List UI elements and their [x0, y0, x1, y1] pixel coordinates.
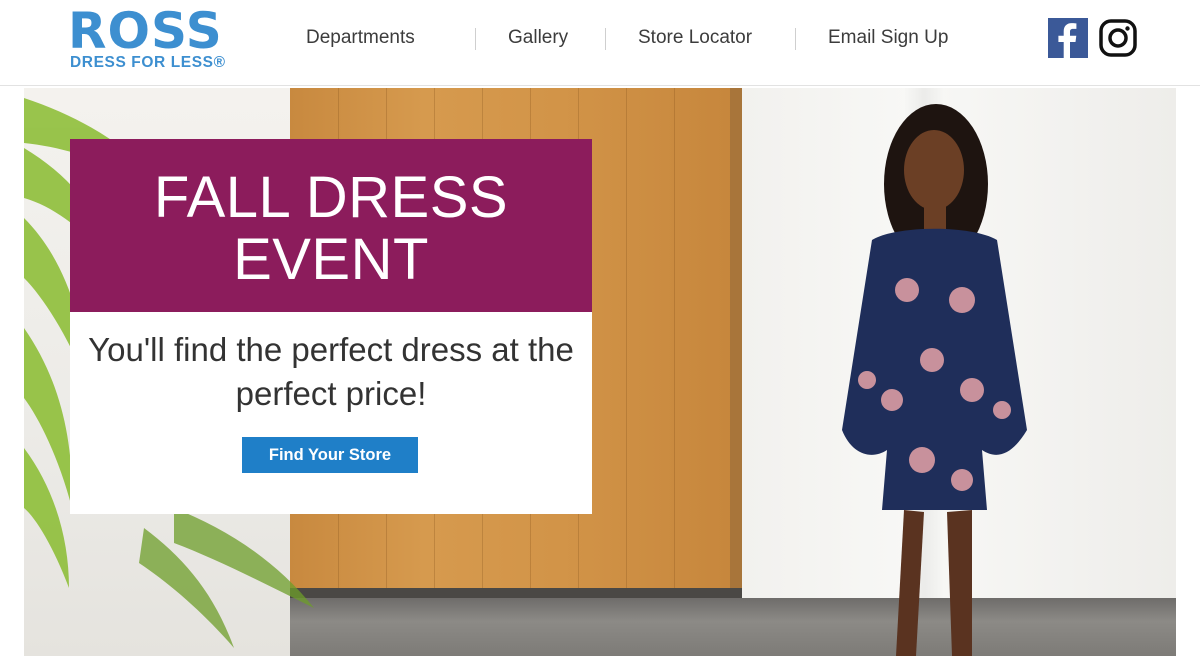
logo-wordmark: ROSS — [68, 2, 223, 60]
promo-subtitle: You'll find the perfect dress at the per… — [88, 331, 574, 412]
nav-divider — [605, 28, 606, 50]
promo-banner-header: FALL DRESS EVENT — [70, 139, 592, 312]
nav-gallery[interactable]: Gallery — [508, 24, 568, 52]
logo-tagline: DRESS FOR LESS® — [70, 54, 226, 71]
instagram-icon[interactable] — [1098, 18, 1138, 58]
nav-divider — [475, 28, 476, 50]
ross-logo[interactable]: ROSS DRESS FOR LESS® — [68, 4, 250, 74]
model-in-floral-dress-image — [842, 104, 1027, 656]
promo-banner-body: You'll find the perfect dress at the per… — [70, 312, 592, 514]
promo-title: FALL DRESS EVENT — [153, 165, 509, 292]
nav-store-locator[interactable]: Store Locator — [638, 24, 752, 52]
nav-departments[interactable]: Departments — [306, 24, 415, 52]
door-frame — [730, 88, 742, 608]
nav-email-sign-up[interactable]: Email Sign Up — [828, 24, 948, 52]
facebook-icon[interactable] — [1048, 18, 1088, 59]
find-your-store-button[interactable]: Find Your Store — [242, 437, 418, 473]
hero-banner: FALL DRESS EVENT You'll find the perfect… — [24, 88, 1176, 656]
nav-divider — [795, 28, 796, 50]
site-header: ROSS DRESS FOR LESS® Departments Gallery… — [0, 0, 1200, 86]
